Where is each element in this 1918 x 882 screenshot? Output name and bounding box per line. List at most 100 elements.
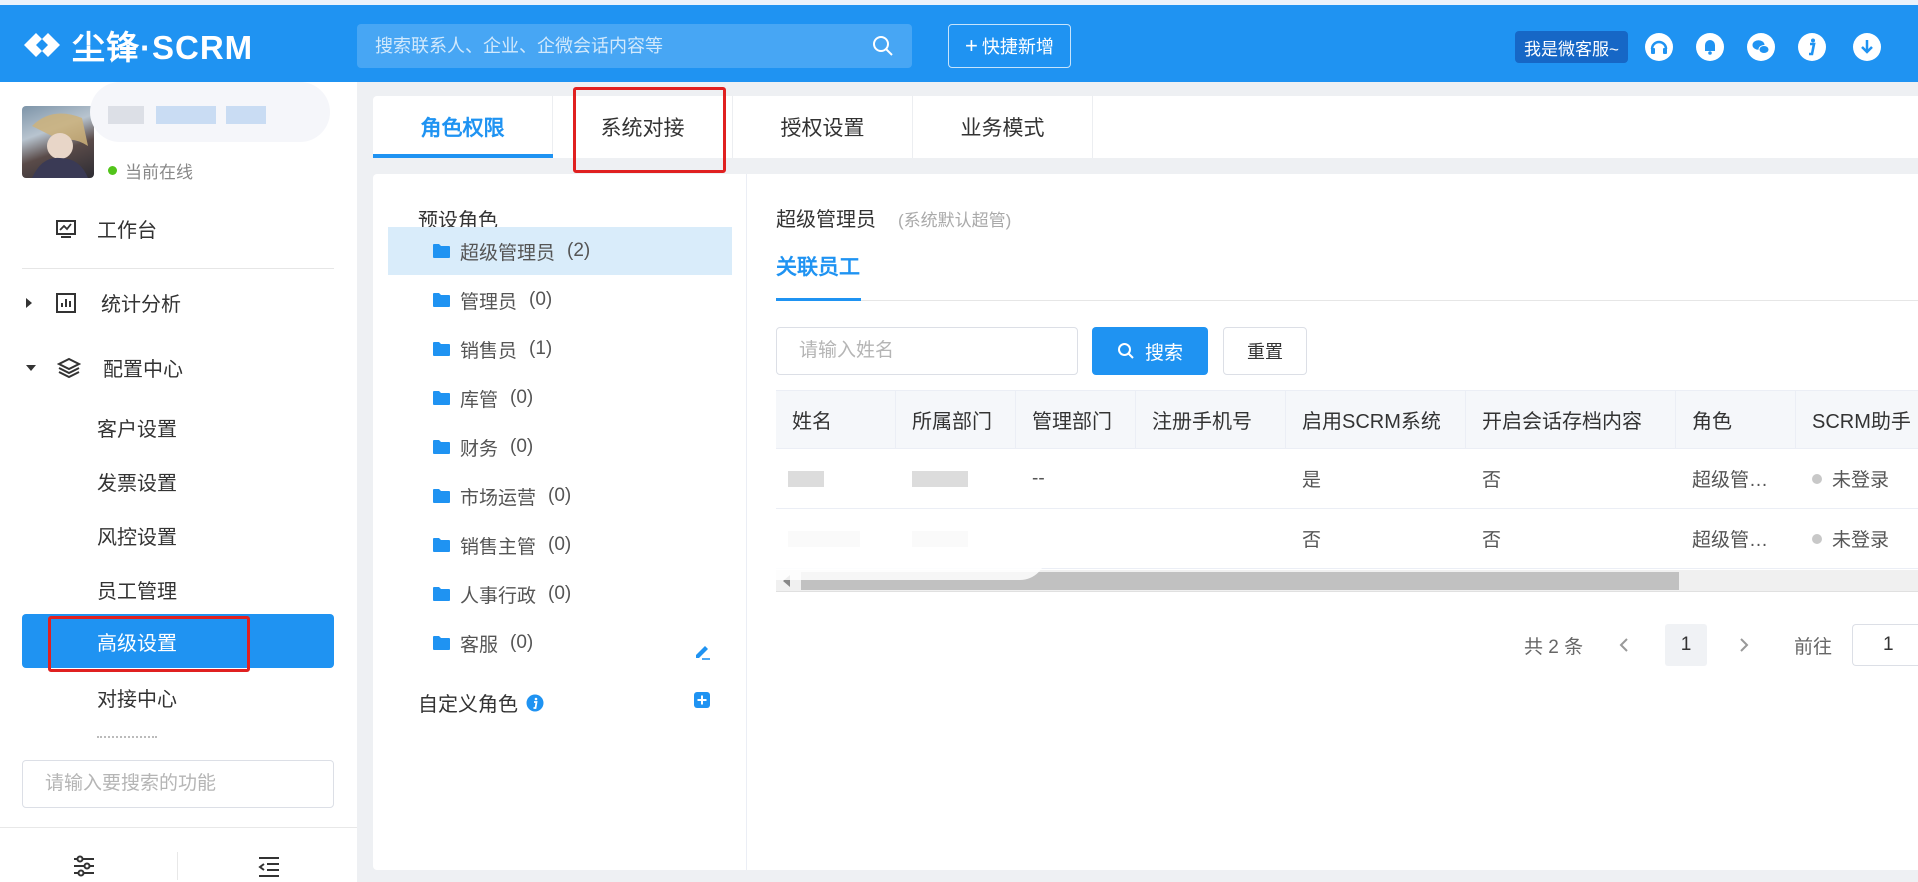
role-name: 管理员: [460, 291, 518, 313]
search-icon[interactable]: [872, 35, 894, 57]
online-dot: [108, 166, 117, 175]
search-icon: [1117, 343, 1134, 359]
role-item-super-admin[interactable]: 超级管理员 (2): [388, 227, 732, 275]
sub-tab-indicator: [776, 298, 861, 301]
folder-icon: [433, 440, 450, 454]
caret-right-icon: [26, 297, 32, 308]
role-name: 超级管理员: [460, 242, 556, 264]
nav-config-center[interactable]: 配置中心: [26, 353, 183, 382]
bell-icon[interactable]: [1695, 32, 1725, 62]
nav-dashboard-label: 工作台: [97, 220, 157, 242]
logo-icon: [24, 33, 60, 57]
tab-business-mode[interactable]: 业务模式: [913, 96, 1093, 158]
page-number-current[interactable]: 1: [1665, 624, 1707, 666]
nav-invoice-settings[interactable]: 发票设置: [97, 467, 177, 496]
top-bar: 尘锋·SCRM + 快捷新增 我是微客服~: [0, 0, 1918, 82]
role-item-finance[interactable]: 财务 (0): [388, 423, 732, 471]
nav-staff-management[interactable]: 员工管理: [97, 575, 177, 604]
avatar[interactable]: [22, 106, 94, 178]
sidebar-footer-separator: [177, 852, 178, 880]
goto-label: 前往: [1794, 636, 1833, 658]
brand-logo[interactable]: 尘锋·SCRM: [22, 25, 253, 66]
online-status: 当前在线: [108, 158, 193, 183]
reset-button[interactable]: 重置: [1223, 327, 1307, 375]
sidebar-footer-divider: [0, 827, 357, 828]
next-page-icon[interactable]: [1723, 624, 1765, 666]
roles-panel: 预设角色 超级管理员 (2) 管理员 (0) 销售员 (1) 库管 (0) 财务 (0) 市场运营(…: [373, 174, 747, 870]
tab-role-permissions[interactable]: 角色权限: [373, 96, 553, 158]
global-search-input[interactable]: [375, 35, 872, 57]
folder-icon: [433, 342, 450, 356]
quick-add-label: 快捷新增: [981, 37, 1054, 57]
role-count: (0): [510, 632, 534, 653]
role-item-warehouse[interactable]: 库管 (0): [388, 374, 732, 422]
cell-role: 超级管…: [1692, 530, 1769, 551]
nav-customer-settings[interactable]: 客户设置: [97, 413, 177, 442]
pagination-total: 共 2 条: [1524, 636, 1584, 658]
headset-icon[interactable]: [1644, 32, 1674, 62]
function-search-input[interactable]: [22, 760, 334, 808]
role-item-hr-admin[interactable]: 人事行政 (0): [388, 570, 732, 618]
role-name: 财务: [460, 438, 499, 460]
role-count: (0): [548, 534, 572, 555]
role-item-sales-lead[interactable]: 销售主管 (0): [388, 521, 732, 569]
nav-analytics[interactable]: 统计分析: [26, 288, 181, 317]
role-item-marketing[interactable]: 市场运营 (0): [388, 472, 732, 520]
prev-page-icon[interactable]: [1603, 624, 1645, 666]
role-detail-note: (系统默认超管): [898, 211, 1012, 230]
cell-archive-enabled: 否: [1482, 530, 1502, 551]
role-item-admin[interactable]: 管理员 (0): [388, 276, 732, 324]
cell-scrm-enabled: 否: [1302, 530, 1322, 551]
role-count: (1): [529, 338, 553, 359]
staff-name-input[interactable]: [776, 327, 1078, 375]
wechat-icon[interactable]: [1746, 32, 1776, 62]
table-header: 姓名 所属部门 管理部门 注册手机号 启用SCRM系统 开启会话存档内容 角色 …: [776, 390, 1918, 449]
nav-risk-settings[interactable]: 风控设置: [97, 521, 177, 550]
col-name: 姓名: [776, 391, 896, 448]
info-circle-icon[interactable]: [526, 694, 544, 712]
nav-config-center-label: 配置中心: [103, 359, 183, 381]
filter-settings-icon[interactable]: [72, 854, 96, 882]
nav-integration-center[interactable]: 对接中心: [97, 683, 177, 712]
cell-managed-department: --: [1032, 467, 1045, 489]
collapse-menu-icon[interactable]: [257, 854, 281, 882]
role-count: (0): [510, 436, 534, 457]
tab-authorization-settings[interactable]: 授权设置: [733, 96, 913, 158]
tab-linked-staff[interactable]: 关联员工: [776, 251, 860, 281]
brand-name: 尘锋·SCRM: [72, 29, 254, 66]
user-name-masked: [90, 82, 330, 142]
nav-dashboard[interactable]: 工作台: [55, 214, 157, 243]
role-item-customer-service[interactable]: 客服 (0): [388, 619, 732, 667]
search-button[interactable]: 搜索: [1092, 327, 1208, 375]
info-icon[interactable]: [1797, 32, 1827, 62]
highlight-box-system-integration: [573, 87, 726, 173]
role-count: (0): [529, 289, 553, 310]
cell-assistant-status: 未登录: [1796, 509, 1918, 568]
offline-dot: [1812, 473, 1822, 484]
download-icon[interactable]: [1852, 32, 1882, 62]
global-search[interactable]: [357, 24, 912, 68]
role-name: 市场运营: [460, 487, 537, 509]
role-count: (0): [548, 583, 572, 604]
folder-icon: [433, 538, 450, 552]
cell-archive-enabled: 否: [1482, 470, 1502, 491]
goto-page-input[interactable]: 1: [1852, 624, 1918, 666]
assistant-status-label: 未登录: [1832, 470, 1890, 491]
add-custom-role-icon[interactable]: [693, 691, 711, 714]
role-name: 销售主管: [460, 536, 537, 558]
quick-add-button[interactable]: + 快捷新增: [948, 24, 1071, 68]
offline-dot: [1812, 533, 1822, 544]
nav-divider: [22, 268, 334, 269]
col-role: 角色: [1676, 391, 1796, 448]
folder-icon: [433, 489, 450, 503]
folder-icon: [433, 293, 450, 307]
col-scrm-enabled: 启用SCRM系统: [1286, 391, 1466, 448]
sidebar: 当前在线 工作台 统计分析 配置中心 客户设置 发票设置 风控设置 员工管理 高…: [0, 82, 357, 882]
service-badge[interactable]: 我是微客服~: [1515, 31, 1628, 63]
table-row[interactable]: -- 是 否 超级管… 未登录: [776, 449, 1918, 509]
tab-business-mode-label: 业务模式: [960, 117, 1045, 140]
tab-authorization-settings-label: 授权设置: [780, 117, 865, 140]
role-item-sales[interactable]: 销售员 (1): [388, 325, 732, 373]
edit-role-icon[interactable]: [693, 642, 711, 665]
role-name: 销售员: [460, 340, 518, 362]
